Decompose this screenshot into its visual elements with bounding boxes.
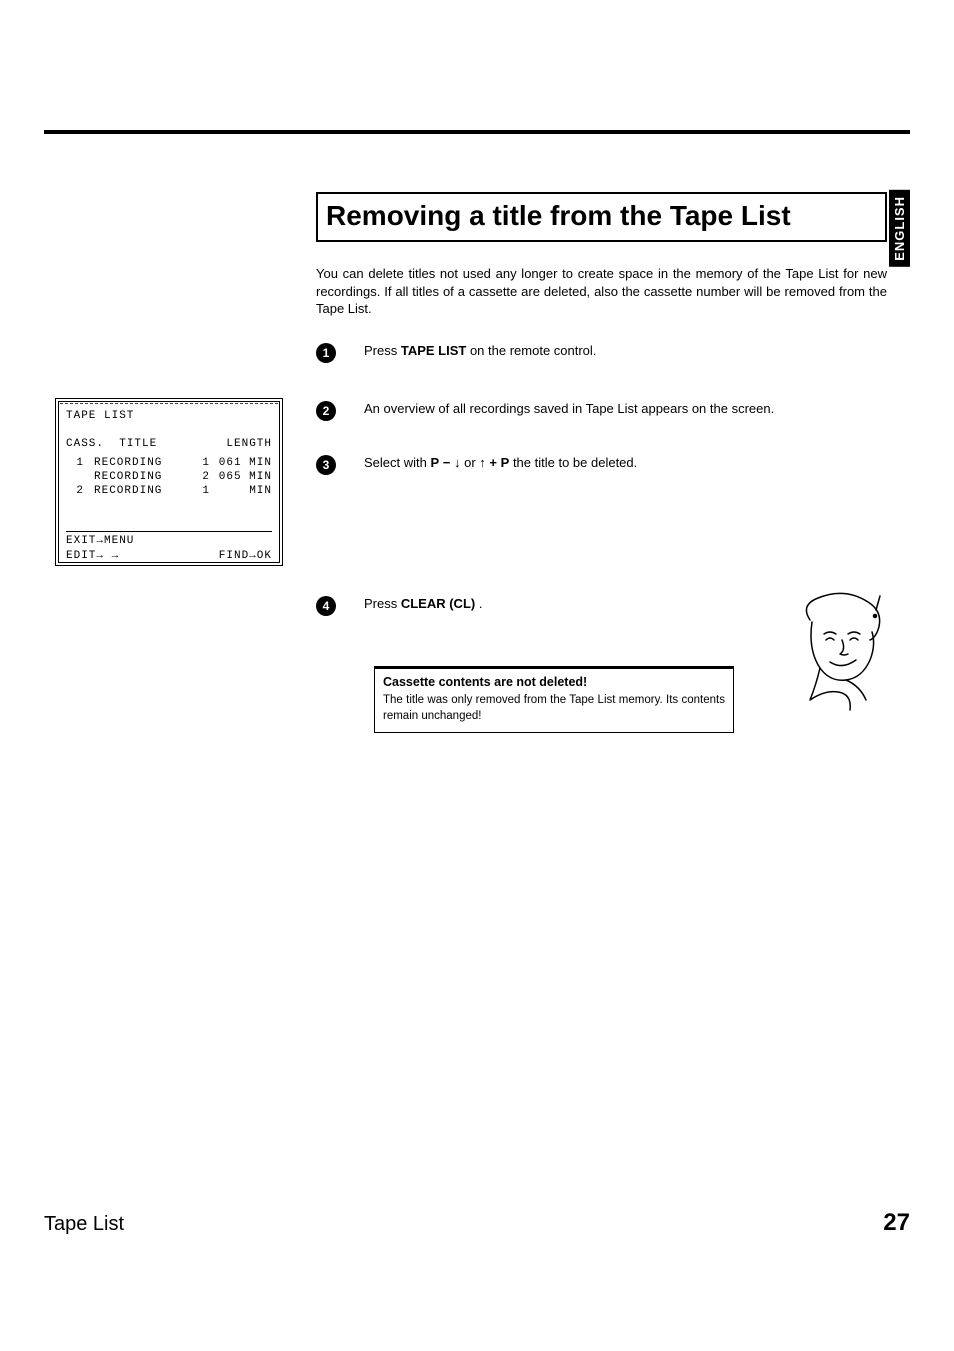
- step-1-text: Press TAPE LIST on the remote control.: [364, 342, 887, 360]
- person-illustration-icon: [790, 590, 890, 720]
- screen-title: TAPE LIST: [66, 409, 272, 423]
- note-text: The title was only removed from the Tape…: [383, 693, 725, 724]
- p-label: P: [501, 455, 510, 470]
- step-number-icon: 4: [316, 596, 336, 616]
- text: Select with: [364, 455, 430, 470]
- text: .: [479, 596, 483, 611]
- text: Press: [364, 596, 401, 611]
- page-number: 27: [883, 1209, 910, 1237]
- col-length: LENGTH: [226, 437, 272, 451]
- cell-idx: 2: [188, 470, 210, 484]
- p-label: P: [430, 455, 439, 470]
- table-row: 1 RECORDING 1 061 MIN: [66, 456, 272, 470]
- cell-len: 061 MIN: [210, 456, 272, 470]
- section-title: Removing a title from the Tape List: [316, 192, 887, 242]
- horizontal-rule: [44, 130, 910, 134]
- up-arrow-icon: ↑: [479, 455, 486, 470]
- cell-cass: [66, 470, 84, 484]
- note-box: Cassette contents are not deleted! The t…: [374, 668, 734, 733]
- col-cass: CASS.: [66, 438, 104, 450]
- cell-idx: 1: [188, 484, 210, 498]
- text: the title to be deleted.: [513, 455, 637, 470]
- table-row: RECORDING 2 065 MIN: [66, 470, 272, 484]
- tape-list-screen: TAPE LIST CASS. TITLE LENGTH 1 RECORDING…: [55, 398, 283, 566]
- plus-icon: +: [489, 455, 497, 470]
- cell-idx: 1: [188, 456, 210, 470]
- button-label: CLEAR (CL): [401, 596, 475, 611]
- language-tab: ENGLISH: [889, 190, 910, 267]
- text: or: [464, 455, 479, 470]
- find-label: FIND→OK: [219, 549, 272, 563]
- page-footer: Tape List 27: [44, 1209, 910, 1237]
- step-number-icon: 3: [316, 455, 336, 475]
- button-label: TAPE LIST: [401, 343, 466, 358]
- exit-label: EXIT→MENU: [66, 535, 134, 547]
- step-1: 1 Press TAPE LIST on the remote control.: [316, 342, 887, 363]
- footer-section-name: Tape List: [44, 1213, 124, 1236]
- step-number-icon: 2: [316, 401, 336, 421]
- intro-paragraph: You can delete titles not used any longe…: [316, 265, 887, 318]
- note-title: Cassette contents are not deleted!: [383, 675, 725, 689]
- down-arrow-icon: ↓: [454, 455, 461, 470]
- cell-len: 065 MIN: [210, 470, 272, 484]
- step-2-text: An overview of all recordings saved in T…: [364, 400, 779, 418]
- table-row: 2 RECORDING 1 MIN: [66, 484, 272, 498]
- text: Press: [364, 343, 401, 358]
- cell-title: RECORDING: [84, 456, 188, 470]
- text: on the remote control.: [470, 343, 596, 358]
- minus-icon: −: [443, 455, 451, 470]
- col-title: TITLE: [119, 438, 157, 450]
- step-3-text: Select with P − ↓ or ↑ + P the title to …: [364, 454, 779, 472]
- edit-label: EDIT→ →: [66, 550, 119, 562]
- cell-cass: 1: [66, 456, 84, 470]
- step-2: 2 An overview of all recordings saved in…: [316, 400, 887, 421]
- step-3: 3 Select with P − ↓ or ↑ + P the title t…: [316, 454, 887, 475]
- cell-len: MIN: [210, 484, 272, 498]
- step-number-icon: 1: [316, 343, 336, 363]
- cell-title: RECORDING: [84, 484, 188, 498]
- cell-title: RECORDING: [84, 470, 188, 484]
- cell-cass: 2: [66, 484, 84, 498]
